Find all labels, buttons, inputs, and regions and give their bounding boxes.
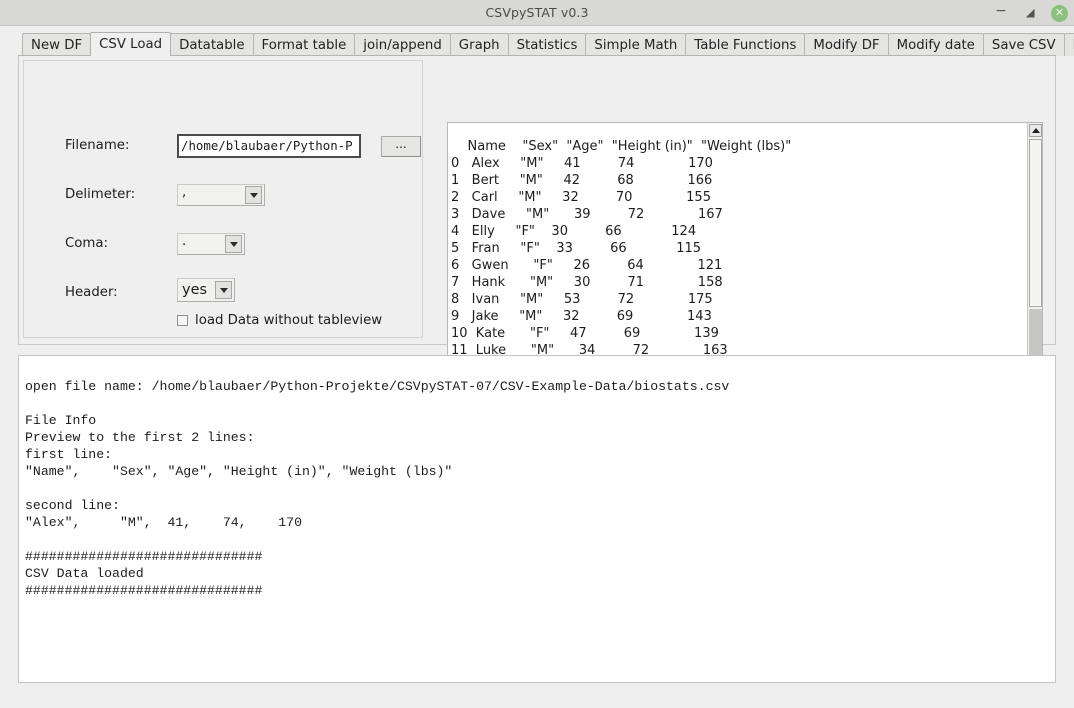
tab-bar: New DF CSV Load Datatable Format table join/… (22, 32, 1074, 56)
tab-modify-date[interactable]: Modify date (887, 33, 984, 56)
maximize-button[interactable] (1022, 5, 1038, 21)
log-output-text: open file name: /home/blaubaer/Python-Pr… (25, 379, 730, 599)
table-vertical-scrollbar[interactable] (1027, 123, 1042, 391)
delimiter-value: , (182, 184, 187, 200)
minimize-button[interactable]: − (993, 4, 1009, 21)
filename-input[interactable]: /home/blaubaer/Python-P (177, 134, 361, 158)
chevron-down-icon (215, 281, 232, 299)
coma-label: Coma: (65, 236, 109, 251)
load-without-tableview-checkbox[interactable]: load Data without tableview (177, 313, 382, 328)
tab-info[interactable]: Info (1063, 33, 1074, 56)
tab-table-functions[interactable]: Table Functions (685, 33, 806, 56)
chevron-down-icon (245, 186, 262, 204)
delimiter-label: Delimeter: (65, 187, 136, 202)
delimiter-select[interactable]: , (177, 184, 265, 206)
tab-format-table[interactable]: Format table (252, 33, 356, 56)
tab-modify-df[interactable]: Modify DF (804, 33, 889, 56)
window-title: CSVpySTAT v0.3 (485, 5, 589, 20)
tab-join-append[interactable]: join/append (354, 33, 451, 56)
coma-select[interactable]: . (177, 233, 245, 255)
window-controls: − ✕ (993, 0, 1068, 26)
coma-value: . (182, 234, 187, 249)
csv-load-panel: Filename: /home/blaubaer/Python-P ... De… (18, 56, 1056, 392)
header-label: Header: (65, 285, 118, 300)
scroll-up-icon[interactable] (1029, 124, 1042, 137)
window-titlebar: CSVpySTAT v0.3 − ✕ (0, 0, 1074, 26)
csv-preview-text: Name "Sex" "Age" "Height (in)" "Weight (… (451, 139, 792, 391)
filename-label: Filename: (65, 138, 130, 153)
close-button[interactable]: ✕ (1051, 4, 1068, 22)
header-value: yes (182, 282, 208, 298)
scrollbar-thumb[interactable] (1029, 139, 1042, 307)
tab-save-csv[interactable]: Save CSV (982, 33, 1065, 56)
tab-csv-load[interactable]: CSV Load (90, 32, 172, 56)
tab-statistics[interactable]: Statistics (507, 33, 587, 56)
tab-graph[interactable]: Graph (449, 33, 509, 56)
tab-datatable[interactable]: Datatable (170, 33, 254, 56)
chevron-down-icon (225, 235, 242, 253)
browse-file-button[interactable]: ... (381, 136, 421, 157)
csv-preview-table[interactable]: Name "Sex" "Age" "Height (in)" "Weight (… (447, 122, 1043, 392)
tab-new-df[interactable]: New DF (22, 33, 92, 56)
load-without-tableview-label: load Data without tableview (195, 313, 383, 328)
log-output-panel[interactable]: open file name: /home/blaubaer/Python-Pr… (18, 355, 1056, 683)
tab-simple-math[interactable]: Simple Math (585, 33, 687, 56)
checkbox-box-icon (177, 315, 188, 326)
header-select[interactable]: yes (177, 278, 235, 302)
